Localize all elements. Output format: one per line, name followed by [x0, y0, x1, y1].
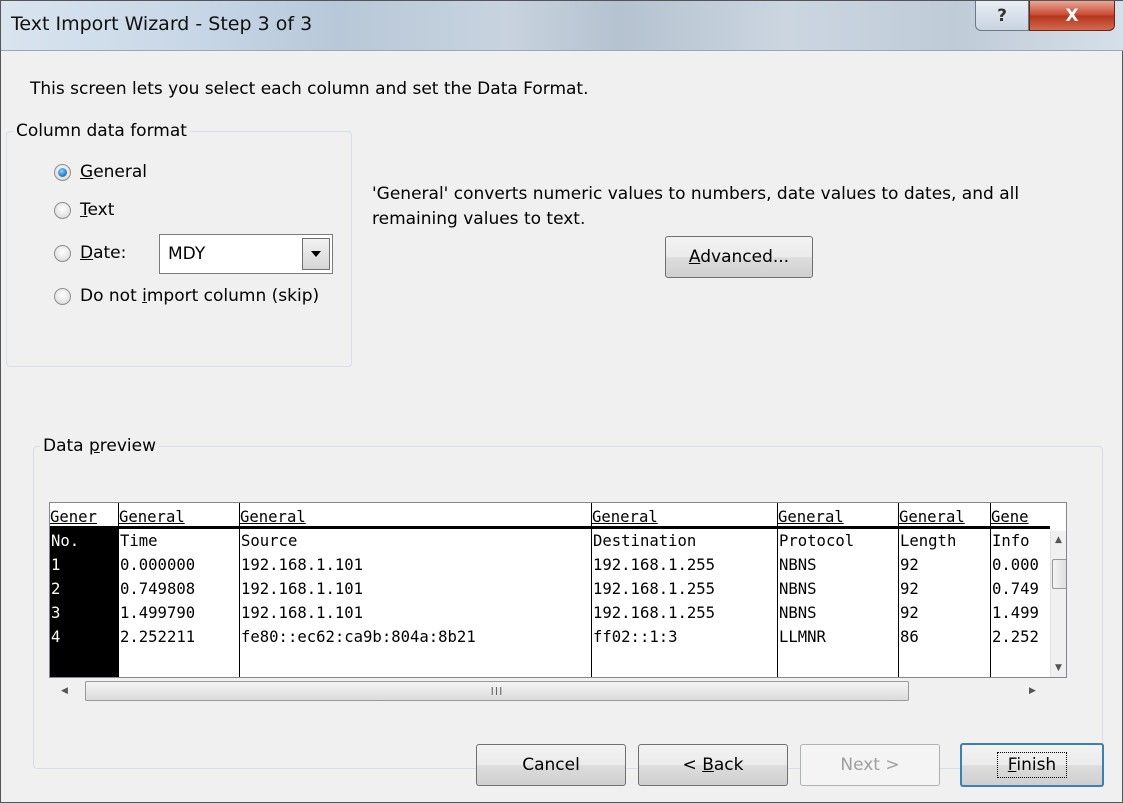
- column-header[interactable]: General: [592, 503, 777, 529]
- table-cell: 86: [900, 628, 919, 646]
- horizontal-scrollbar[interactable]: ◀ III ▶: [49, 679, 1049, 703]
- scroll-up-icon[interactable]: ▲: [1055, 535, 1062, 545]
- table-cell: 1: [51, 556, 61, 574]
- table-cell: 192.168.1.101: [241, 604, 364, 622]
- table-cell: 1.499: [992, 604, 1039, 622]
- scroll-left-icon[interactable]: ◀: [61, 686, 68, 696]
- table-cell: 92: [900, 604, 919, 622]
- close-icon: X: [1065, 5, 1079, 26]
- radio-skip-label: Do not import column (skip): [80, 286, 320, 306]
- close-button[interactable]: X: [1029, 1, 1115, 31]
- finish-button-label: Finish: [996, 752, 1068, 778]
- table-cell: Source: [241, 532, 298, 550]
- radio-date-label: Date:: [80, 243, 127, 263]
- horizontal-scroll-thumb[interactable]: III: [85, 681, 909, 701]
- table-cell: 0.000000: [120, 556, 196, 574]
- table-cell: NBNS: [779, 556, 817, 574]
- format-description-line1: 'General' converts numeric values to num…: [372, 184, 1020, 204]
- column-header[interactable]: General: [240, 503, 591, 529]
- radio-text-indicator[interactable]: [54, 201, 71, 219]
- table-cell: No.: [51, 532, 80, 550]
- scroll-grip-icon: III: [490, 684, 504, 698]
- table-cell: 0.000: [992, 556, 1039, 574]
- data-preview-table[interactable]: Gener No. 1 2 3 4 General Time 0.000000 …: [49, 502, 1067, 678]
- back-button[interactable]: < Back: [638, 744, 788, 786]
- date-format-value: MDY: [168, 244, 206, 264]
- intro-text: This screen lets you select each column …: [30, 79, 589, 99]
- table-cell: 1.499790: [120, 604, 196, 622]
- scroll-right-icon[interactable]: ▶: [1029, 686, 1036, 696]
- table-cell: NBNS: [779, 604, 817, 622]
- data-preview-legend: Data preview: [43, 436, 157, 456]
- preview-column-5[interactable]: General Protocol NBNS NBNS NBNS LLMNR: [777, 503, 898, 677]
- column-header[interactable]: Gene: [991, 503, 1050, 529]
- vertical-scroll-thumb[interactable]: [1052, 559, 1066, 589]
- column-header[interactable]: Gener: [50, 503, 118, 529]
- table-cell: 192.168.1.255: [593, 580, 716, 598]
- table-cell: 2.252: [992, 628, 1039, 646]
- chevron-down-icon: [311, 251, 321, 257]
- table-cell: 192.168.1.255: [593, 604, 716, 622]
- next-button-label: Next >: [840, 755, 900, 775]
- preview-column-3[interactable]: General Source 192.168.1.101 192.168.1.1…: [239, 503, 591, 677]
- date-dropdown-button[interactable]: [302, 238, 330, 270]
- next-button[interactable]: Next >: [800, 744, 940, 786]
- cancel-button[interactable]: Cancel: [476, 744, 626, 786]
- table-cell: 2: [51, 580, 61, 598]
- radio-general-label: General: [80, 162, 148, 182]
- preview-grid: Gener No. 1 2 3 4 General Time 0.000000 …: [50, 503, 1050, 677]
- radio-skip[interactable]: Do not import column (skip): [54, 286, 319, 306]
- table-cell: 2.252211: [120, 628, 196, 646]
- table-cell: Length: [900, 532, 957, 550]
- cancel-button-label: Cancel: [522, 755, 580, 775]
- preview-column-6[interactable]: General Length 92 92 92 86: [898, 503, 990, 677]
- finish-button[interactable]: Finish: [960, 743, 1104, 787]
- table-cell: 92: [900, 556, 919, 574]
- text-import-wizard-window: Text Import Wizard - Step 3 of 3 ? X Thi…: [0, 0, 1123, 803]
- help-button[interactable]: ?: [975, 1, 1029, 31]
- radio-skip-indicator[interactable]: [54, 287, 71, 305]
- advanced-button-label: Advanced...: [688, 247, 790, 267]
- help-icon: ?: [997, 5, 1007, 26]
- table-cell: Info: [992, 532, 1030, 550]
- radio-date-indicator[interactable]: [54, 244, 71, 262]
- table-cell: 192.168.1.255: [593, 556, 716, 574]
- date-format-select[interactable]: MDY: [159, 234, 333, 274]
- preview-column-4[interactable]: General Destination 192.168.1.255 192.16…: [591, 503, 777, 677]
- table-cell: fe80::ec62:ca9b:804a:8b21: [241, 628, 476, 646]
- table-cell: Time: [120, 532, 158, 550]
- format-description-line2: remaining values to text.: [372, 209, 586, 229]
- preview-column-2[interactable]: General Time 0.000000 0.749808 1.499790 …: [118, 503, 239, 677]
- column-header[interactable]: General: [778, 503, 898, 529]
- table-cell: 92: [900, 580, 919, 598]
- wizard-body: This screen lets you select each column …: [6, 51, 1116, 796]
- preview-column-1[interactable]: Gener No. 1 2 3 4: [50, 503, 118, 677]
- table-cell: 0.749: [992, 580, 1039, 598]
- table-cell: 0.749808: [120, 580, 196, 598]
- radio-general[interactable]: General: [54, 162, 147, 182]
- table-cell: 3: [51, 604, 61, 622]
- table-cell: LLMNR: [779, 628, 826, 646]
- table-cell: Destination: [593, 532, 697, 550]
- column-header[interactable]: General: [119, 503, 239, 529]
- vertical-scrollbar[interactable]: ▲ ▼: [1050, 531, 1066, 677]
- table-cell: 192.168.1.101: [241, 556, 364, 574]
- table-cell: 4: [51, 628, 61, 646]
- window-title: Text Import Wizard - Step 3 of 3: [11, 13, 313, 35]
- table-cell: 192.168.1.101: [241, 580, 364, 598]
- advanced-button[interactable]: Advanced...: [665, 236, 813, 278]
- radio-general-indicator[interactable]: [54, 163, 71, 181]
- back-button-label: < Back: [682, 755, 744, 775]
- radio-text-label: Text: [80, 200, 115, 220]
- column-header[interactable]: General: [899, 503, 990, 529]
- column-data-format-legend: Column data format: [16, 121, 187, 141]
- radio-text[interactable]: Text: [54, 200, 114, 220]
- table-cell: NBNS: [779, 580, 817, 598]
- scroll-down-icon[interactable]: ▼: [1055, 663, 1062, 673]
- table-cell: ff02::1:3: [593, 628, 678, 646]
- table-cell: Protocol: [779, 532, 855, 550]
- title-bar: Text Import Wizard - Step 3 of 3 ? X: [1, 1, 1123, 51]
- preview-column-7[interactable]: Gene Info 0.000 0.749 1.499 2.252: [990, 503, 1050, 677]
- radio-date[interactable]: Date:: [54, 243, 126, 263]
